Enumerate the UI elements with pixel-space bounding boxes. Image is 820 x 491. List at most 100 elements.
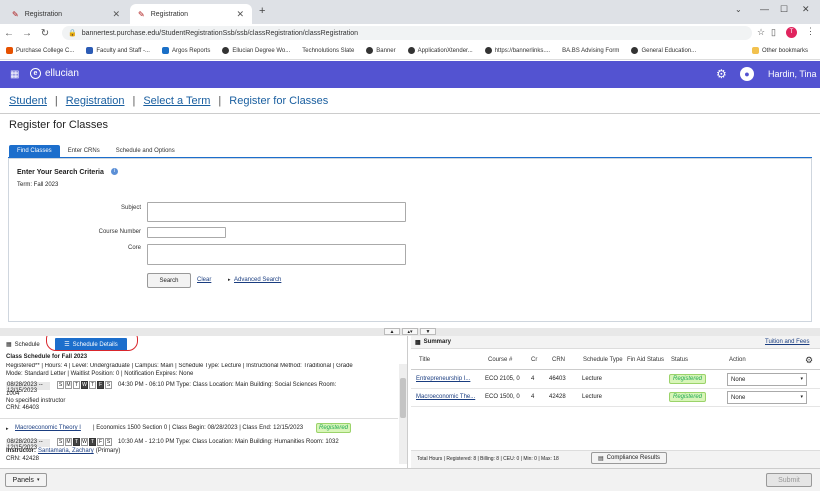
bookmark-item[interactable]: Banner [366,47,396,54]
ellucian-logo-icon: e [30,68,41,79]
course2-meeting: 10:30 AM - 12:10 PM Type: Class Location… [118,439,339,445]
maximize-icon[interactable]: ☐ [780,4,788,15]
sidebar-icon[interactable]: ▯ [771,27,776,38]
bookmark-icon [484,47,492,54]
chevron-down-icon: ▾ [800,376,803,382]
course-number-input[interactable] [147,227,226,238]
course2-title-link[interactable]: Macroeconomic Theory I [15,425,81,431]
other-bookmarks[interactable]: Other bookmarks [752,47,808,54]
course2-crn: CRN: 42428 [6,456,40,462]
red-annotation-circle [46,336,138,351]
schedule-panel: ▦ Schedule ☰ Schedule Details Class Schedu… [0,336,408,468]
lock-icon: 🔒 [68,30,77,37]
breadcrumb-select-term[interactable]: Select a Term [143,95,210,107]
close-tab-icon[interactable]: ✕ [112,9,120,20]
collapse-up-icon[interactable]: ▲ [384,328,400,335]
new-tab-icon[interactable]: + [259,5,265,17]
panel-splitter[interactable]: ▲ ▴▾ ▼ [0,328,820,336]
course-number-label: Course Number [98,229,141,235]
bookmark-icon [6,47,13,54]
bookmark-item[interactable]: Technolutions Slate [302,48,354,54]
search-button[interactable]: Search [147,273,191,288]
course2-info: | Economics 1500 Section 0 | Class Begin… [93,425,304,431]
close-window-icon[interactable]: ✕ [802,4,810,15]
bookmark-icon [407,47,415,54]
bookmark-item[interactable]: General Education... [631,47,696,54]
info-icon[interactable]: i [111,168,118,175]
clear-link[interactable]: Clear [197,277,211,283]
breadcrumb: Student | Registration | Select a Term |… [0,88,820,114]
profile-avatar[interactable]: T [786,27,797,38]
action-select[interactable]: None ▾ [727,391,807,404]
user-name[interactable]: Hardin, Tina [768,69,817,79]
user-avatar-icon[interactable]: ● [740,67,754,81]
tuition-fees-link[interactable]: Tuition and Fees [765,339,809,345]
bookmark-item[interactable]: https://bannerlinks.... [484,47,550,54]
course1-dates: 08/28/2023 -- 12/15/2023 [6,382,50,394]
breadcrumb-student[interactable]: Student [9,95,47,107]
app-grid-icon[interactable]: ▦ [10,69,19,80]
status-badge: Registered [669,392,707,402]
panels-button[interactable]: Panels ▾ [5,473,47,487]
table-row: Entrepreneurship I... ECO 2105, 0 4 4640… [411,371,820,389]
submit-button[interactable]: Submit [766,473,812,487]
close-tab-icon[interactable]: ✕ [236,9,244,20]
bookmark-icon [161,47,169,54]
breadcrumb-registration[interactable]: Registration [66,95,125,107]
url-field[interactable]: 🔒 bannertest.purchase.edu/StudentRegistr… [62,26,752,40]
course2-days: S M T W T F S [57,438,112,446]
tab-search-icon[interactable]: ⌄ [735,5,742,14]
expand-arrow-icon[interactable]: ▸ [6,426,9,432]
bookmark-icon [366,47,374,54]
expand-both-icon[interactable]: ▴▾ [402,328,418,335]
scrollbar[interactable] [399,364,407,464]
course-title-link[interactable]: Entrepreneurship I... [416,376,470,382]
compliance-results-button[interactable]: ▤ Compliance Results [591,452,667,464]
action-select[interactable]: None ▾ [727,373,807,386]
folder-icon [752,47,759,54]
favicon-icon: ✎ [12,9,19,19]
gear-icon[interactable]: ⚙ [716,67,727,81]
bookmark-item[interactable]: Purchase College C... [6,47,74,54]
term-label: Term: Fall 2023 [17,182,59,188]
app-header: ▦ e ellucian ⚙ ● Hardin, Tina [0,61,820,88]
document-icon: ▤ [597,455,604,462]
bookmark-item[interactable]: ApplicationXtender... [407,47,473,54]
bookmark-item[interactable]: BA.BS Advising Form [562,48,619,54]
favicon-icon: ✎ [138,9,145,19]
schedule-heading: Class Schedule for Fall 2023 [6,354,88,360]
url-text: bannertest.purchase.edu/StudentRegistrat… [81,29,358,37]
back-icon[interactable]: ← [0,28,18,39]
breadcrumb-current: Register for Classes [229,94,329,107]
browser-tab-1[interactable]: ✎ Registration ✕ [4,4,128,24]
subject-input[interactable] [147,202,406,222]
bookmark-item[interactable]: Argos Reports [161,47,210,54]
minimize-icon[interactable]: — [760,4,769,14]
table-row: Macroeconomic The... ECO 1500, 0 4 42428… [411,389,820,407]
course1-crn: CRN: 46403 [6,405,40,411]
reload-icon[interactable]: ↻ [36,28,54,39]
collapse-down-icon[interactable]: ▼ [420,328,436,335]
summary-icon: ▦ [415,340,421,346]
menu-kebab-icon[interactable]: ⋮ [806,26,815,37]
forward-icon[interactable]: → [18,28,36,39]
tab-schedule[interactable]: ▦ Schedule [6,341,40,349]
bookmark-star-icon[interactable]: ☆ [757,27,765,38]
core-input[interactable] [147,244,406,265]
instructor-link[interactable]: Santamaria, Zachary [38,448,94,454]
browser-tab-2[interactable]: ✎ Registration ✕ [130,4,252,24]
status-badge: Registered [669,374,707,384]
tab-label: Registration [150,10,189,18]
bookmark-item[interactable]: Ellucian Degree Wo... [222,47,290,54]
advanced-search-link[interactable]: Advanced Search [234,277,281,283]
course2-status-badge: Registered [316,423,352,433]
bookmark-item[interactable]: Faculty and Staff -... [86,47,150,54]
browser-tab-bar: ✎ Registration ✕ ✎ Registration ✕ + ⌄ — … [0,0,820,24]
course1-meeting: 04:30 PM - 06:10 PM Type: Class Location… [118,382,337,388]
course1-details-2: Mode: Standard Letter | Waitlist Positio… [6,371,194,377]
course2-dates: 08/28/2023 -- 12/15/2023 [6,439,50,451]
tab-label: Registration [24,10,63,18]
course-title-link[interactable]: Macroeconomic The... [416,394,475,400]
table-settings-gear-icon[interactable]: ⚙ [805,355,813,366]
footer-bar: Panels ▾ Submit [0,468,820,491]
